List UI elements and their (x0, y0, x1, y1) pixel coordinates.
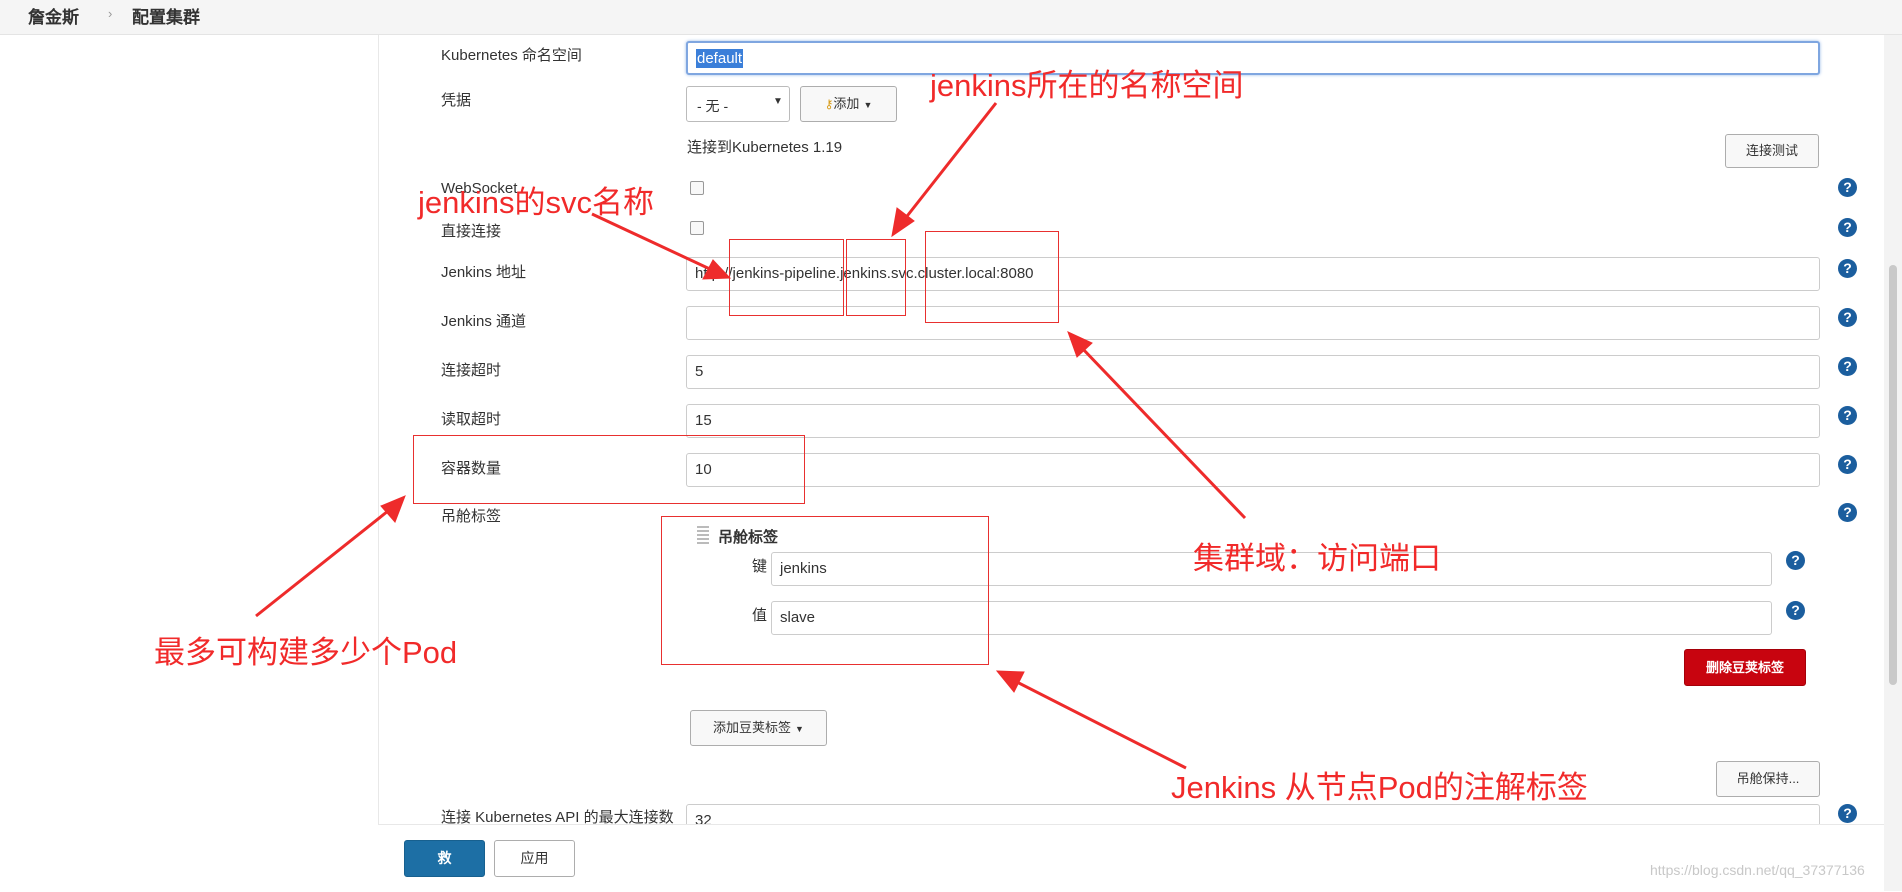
arrow-pod-count (255, 509, 389, 618)
arrow-svc-head (702, 259, 732, 280)
arrow-pod-labels (1014, 679, 1187, 770)
annotation-arrows (255, 102, 1247, 770)
arrow-cluster-domain (1079, 345, 1247, 520)
arrow-namespace (902, 102, 998, 221)
arrow-svc (591, 212, 713, 272)
arrow-pod-count-head (380, 495, 406, 523)
arrow-pod-labels-head (995, 670, 1025, 693)
